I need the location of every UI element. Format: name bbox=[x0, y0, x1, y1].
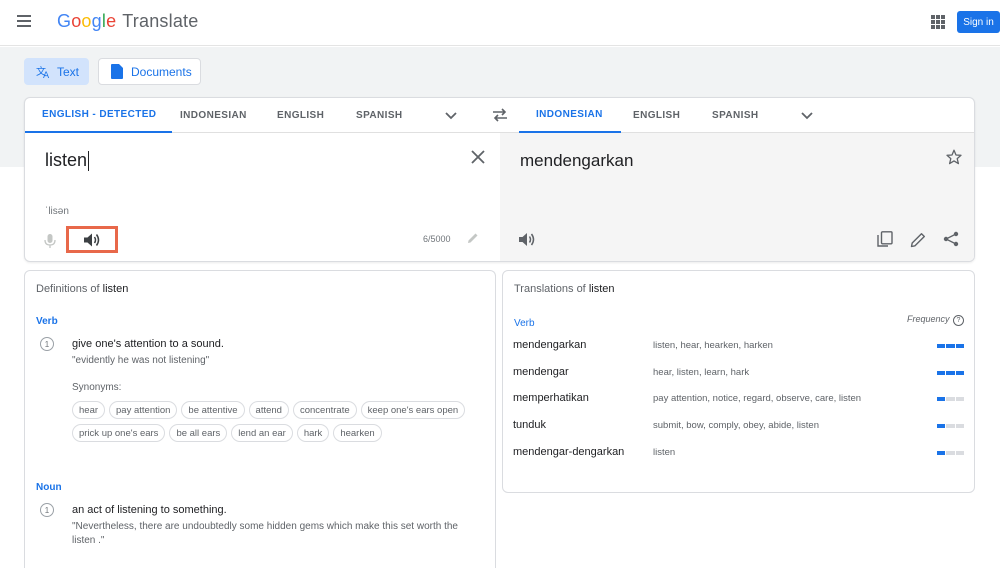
synonym-chip[interactable]: hear bbox=[72, 401, 106, 419]
tab-target-spanish[interactable]: SPANISH bbox=[712, 98, 759, 133]
translation-word: memperhatikan bbox=[513, 392, 589, 404]
translations-title: Translations of listen bbox=[514, 283, 615, 295]
logo-letter: G bbox=[57, 11, 72, 31]
translation-synonyms: listen bbox=[653, 447, 676, 458]
frequency-bar bbox=[937, 424, 964, 428]
translation-word: mendengarkan bbox=[513, 339, 587, 351]
translation-row[interactable]: mendengar-dengarkan listen bbox=[513, 446, 964, 462]
synonym-chip[interactable]: concentrate bbox=[292, 401, 357, 419]
text-caret bbox=[88, 151, 90, 172]
part-of-speech-noun: Noun bbox=[36, 482, 62, 493]
translation-synonyms: listen, hear, hearken, harken bbox=[653, 340, 773, 351]
logo-letter: e bbox=[106, 11, 117, 31]
source-input[interactable]: listen bbox=[45, 150, 90, 172]
translation-word: mendengar-dengarkan bbox=[513, 446, 625, 458]
source-text: listen bbox=[45, 150, 88, 170]
translation-synonyms: pay attention, notice, regard, observe, … bbox=[653, 393, 862, 404]
frequency-bar bbox=[937, 344, 964, 348]
frequency-label: Frequency bbox=[907, 314, 950, 324]
translations-word: listen bbox=[588, 283, 615, 295]
tab-source-english[interactable]: ENGLISH bbox=[277, 98, 324, 133]
top-bar: Google Translate Sign in bbox=[0, 0, 1000, 46]
verb-example: "evidently he was not listening" bbox=[72, 355, 210, 366]
translate-icon: 文A bbox=[35, 64, 51, 80]
synonym-chip[interactable]: keep one's ears open bbox=[360, 401, 466, 419]
definition-number: 1 bbox=[40, 503, 54, 517]
speaker-icon[interactable] bbox=[519, 232, 536, 247]
document-icon bbox=[109, 64, 125, 80]
translation-synonyms: submit, bow, comply, obey, abide, listen bbox=[653, 420, 819, 431]
logo-letter: g bbox=[91, 11, 102, 31]
tab-target-indonesian[interactable]: INDONESIAN bbox=[519, 98, 621, 133]
synonym-chip[interactable]: pay attention bbox=[109, 401, 178, 419]
help-icon[interactable]: ? bbox=[953, 315, 964, 326]
tab-source-spanish[interactable]: SPANISH bbox=[356, 98, 403, 133]
synonym-chips: hear pay attention be attentive attend c… bbox=[72, 401, 482, 442]
language-bar: ENGLISH - DETECTED INDONESIAN ENGLISH SP… bbox=[25, 98, 974, 133]
translations-title-prefix: Translations of bbox=[514, 283, 586, 295]
synonym-chip[interactable]: lend an ear bbox=[231, 424, 293, 442]
apps-icon[interactable] bbox=[931, 15, 945, 29]
noun-definition: an act of listening to something. bbox=[72, 504, 227, 516]
edit-icon[interactable] bbox=[910, 232, 926, 248]
logo-letter: o bbox=[71, 11, 82, 31]
synonym-chip[interactable]: prick up one's ears bbox=[72, 424, 166, 442]
frequency-bar bbox=[937, 371, 964, 375]
definitions-word: listen bbox=[102, 283, 129, 295]
translation-word: mendengar bbox=[513, 366, 569, 378]
translation-row[interactable]: memperhatikan pay attention, notice, reg… bbox=[513, 392, 964, 408]
definitions-title: Definitions of listen bbox=[36, 283, 128, 295]
transliteration: ˈlisən bbox=[45, 206, 69, 217]
synonym-chip[interactable]: attend bbox=[248, 401, 289, 419]
chevron-down-icon[interactable] bbox=[799, 107, 815, 123]
share-icon[interactable] bbox=[943, 231, 959, 247]
translator-card: ENGLISH - DETECTED INDONESIAN ENGLISH SP… bbox=[24, 97, 975, 262]
translation-row[interactable]: mendengar hear, listen, learn, hark bbox=[513, 366, 964, 382]
star-icon[interactable] bbox=[946, 149, 962, 165]
copy-icon[interactable] bbox=[877, 231, 893, 247]
tab-source-indonesian[interactable]: INDONESIAN bbox=[180, 98, 247, 133]
text-mode-button[interactable]: 文A Text bbox=[24, 58, 89, 85]
translation-row[interactable]: tunduk submit, bow, comply, obey, abide,… bbox=[513, 419, 964, 435]
product-name: Translate bbox=[122, 11, 199, 31]
synonym-chip[interactable]: be attentive bbox=[181, 401, 245, 419]
translation-synonyms: hear, listen, learn, hark bbox=[653, 367, 750, 378]
translations-verb-label: Verb bbox=[514, 318, 535, 329]
mic-icon[interactable] bbox=[44, 234, 56, 248]
synonym-chip[interactable]: hearken bbox=[333, 424, 382, 442]
synonyms-label: Synonyms: bbox=[72, 382, 122, 393]
character-count: 6/5000 bbox=[423, 234, 451, 244]
translation-row[interactable]: mendengarkan listen, hear, hearken, hark… bbox=[513, 339, 964, 355]
close-icon[interactable] bbox=[471, 150, 485, 164]
translation-word: tunduk bbox=[513, 419, 547, 431]
google-translate-logo[interactable]: Google Translate bbox=[57, 11, 198, 32]
part-of-speech-verb: Verb bbox=[36, 316, 58, 327]
synonym-chip[interactable]: be all ears bbox=[169, 424, 228, 442]
tab-target-english[interactable]: ENGLISH bbox=[633, 98, 680, 133]
noun-example: "Nevertheless, there are undoubtedly som… bbox=[72, 521, 458, 546]
translation-output: mendengarkan bbox=[520, 151, 634, 170]
logo-letter: o bbox=[81, 11, 92, 31]
text-mode-label: Text bbox=[57, 64, 80, 79]
swap-icon[interactable] bbox=[491, 108, 509, 122]
pencil-icon[interactable] bbox=[467, 232, 479, 244]
speaker-icon bbox=[83, 233, 99, 246]
frequency-bar bbox=[937, 397, 964, 401]
sign-in-button[interactable]: Sign in bbox=[957, 11, 1000, 33]
synonym-chip[interactable]: hark bbox=[296, 424, 330, 442]
svg-text:A: A bbox=[43, 71, 50, 79]
source-speaker-button[interactable] bbox=[66, 226, 118, 253]
tab-english-detected[interactable]: ENGLISH - DETECTED bbox=[25, 98, 173, 133]
definitions-title-prefix: Definitions of bbox=[36, 283, 100, 295]
documents-mode-button[interactable]: Documents bbox=[98, 58, 201, 85]
chevron-down-icon[interactable] bbox=[443, 107, 459, 123]
documents-mode-label: Documents bbox=[131, 64, 192, 79]
verb-definition: give one's attention to a sound. bbox=[72, 338, 224, 350]
frequency-bar bbox=[937, 451, 964, 455]
menu-icon[interactable] bbox=[17, 15, 31, 27]
definition-number: 1 bbox=[40, 337, 54, 351]
